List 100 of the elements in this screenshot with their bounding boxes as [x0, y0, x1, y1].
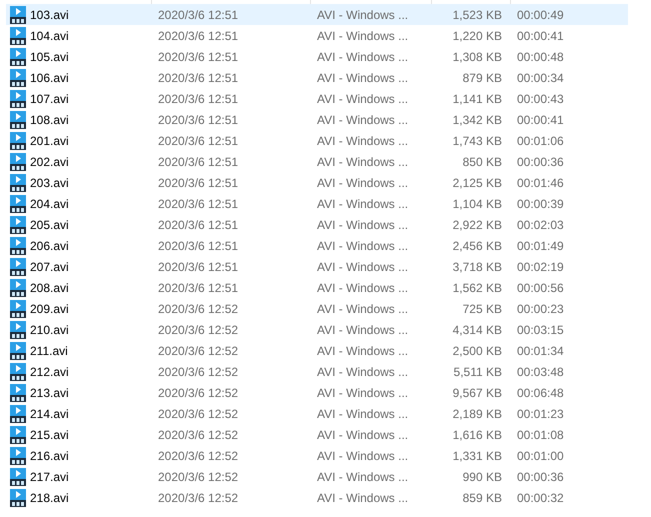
- file-size: 1,342 KB: [452, 112, 503, 126]
- file-name: 103.avi: [30, 8, 69, 22]
- date-modified: 2020/3/6 12:51: [157, 28, 238, 42]
- file-type: AVI - Windows ...: [316, 260, 408, 274]
- file-size: 1,331 KB: [452, 448, 503, 462]
- file-size: 1,616 KB: [452, 428, 503, 442]
- date-modified: 2020/3/6 12:51: [157, 280, 238, 294]
- file-row[interactable]: 105.avi 2020/3/6 12:51 AVI - Windows ... 1,308 KB 00:00:48: [6, 46, 628, 67]
- file-row[interactable]: 107.avi 2020/3/6 12:51 AVI - Windows ... 1,141 KB 00:00:43: [6, 88, 628, 109]
- file-type: AVI - Windows ...: [316, 470, 408, 484]
- file-type: AVI - Windows ...: [316, 344, 408, 358]
- file-type: AVI - Windows ...: [316, 428, 408, 442]
- file-name: 217.avi: [30, 470, 69, 484]
- file-type: AVI - Windows ...: [316, 92, 408, 106]
- file-name: 216.avi: [30, 448, 69, 462]
- file-row[interactable]: 106.avi 2020/3/6 12:51 AVI - Windows ... 879 KB 00:00:34: [6, 67, 628, 88]
- file-type: AVI - Windows ...: [316, 112, 408, 126]
- file-type: AVI - Windows ...: [316, 154, 408, 168]
- file-row[interactable]: 209.avi 2020/3/6 12:52 AVI - Windows ... 725 KB 00:00:23: [6, 298, 628, 319]
- file-duration: 00:00:36: [516, 154, 564, 168]
- video-file-icon: [9, 48, 27, 66]
- date-modified: 2020/3/6 12:51: [157, 238, 238, 252]
- file-size: 1,104 KB: [452, 196, 503, 210]
- date-modified: 2020/3/6 12:52: [157, 322, 238, 336]
- video-file-icon: [9, 90, 27, 108]
- file-name: 211.avi: [30, 344, 68, 358]
- file-name: 208.avi: [30, 280, 69, 294]
- file-size: 5,511 KB: [454, 364, 503, 378]
- file-size: 725 KB: [462, 302, 503, 316]
- video-file-icon: [9, 446, 27, 464]
- file-row[interactable]: 213.avi 2020/3/6 12:52 AVI - Windows ... 9,567 KB 00:06:48: [6, 382, 628, 403]
- file-name: 215.avi: [30, 428, 69, 442]
- file-row[interactable]: 208.avi 2020/3/6 12:51 AVI - Windows ... 1,562 KB 00:00:56: [6, 277, 628, 298]
- file-type: AVI - Windows ...: [316, 50, 408, 64]
- file-row[interactable]: 108.avi 2020/3/6 12:51 AVI - Windows ... 1,342 KB 00:00:41: [6, 109, 628, 130]
- file-size: 3,718 KB: [452, 260, 503, 274]
- file-row[interactable]: 204.avi 2020/3/6 12:51 AVI - Windows ... 1,104 KB 00:00:39: [6, 193, 628, 214]
- video-file-icon: [9, 132, 27, 150]
- file-size: 850 KB: [462, 154, 503, 168]
- video-file-icon: [9, 110, 27, 128]
- file-name: 204.avi: [30, 196, 69, 210]
- file-duration: 00:00:48: [516, 50, 564, 64]
- file-size: 4,314 KB: [452, 322, 503, 336]
- file-size: 859 KB: [462, 490, 503, 504]
- video-file-icon: [9, 468, 27, 486]
- file-row[interactable]: 215.avi 2020/3/6 12:52 AVI - Windows ... 1,616 KB 00:01:08: [6, 424, 628, 445]
- video-file-icon: [9, 384, 27, 402]
- file-size: 1,141 KB: [452, 92, 503, 106]
- date-modified: 2020/3/6 12:52: [157, 364, 238, 378]
- date-modified: 2020/3/6 12:51: [157, 196, 238, 210]
- file-type: AVI - Windows ...: [316, 406, 408, 420]
- file-row[interactable]: 216.avi 2020/3/6 12:52 AVI - Windows ... 1,331 KB 00:01:00: [6, 445, 628, 466]
- file-size: 2,125 KB: [452, 176, 503, 190]
- file-duration: 00:00:34: [516, 70, 564, 84]
- file-row[interactable]: 212.avi 2020/3/6 12:52 AVI - Windows ... 5,511 KB 00:03:48: [6, 361, 628, 382]
- file-row[interactable]: 217.avi 2020/3/6 12:52 AVI - Windows ... 990 KB 00:00:36: [6, 466, 628, 487]
- file-type: AVI - Windows ...: [316, 176, 408, 190]
- file-duration: 00:00:23: [516, 302, 564, 316]
- file-duration: 00:00:41: [516, 112, 564, 126]
- date-modified: 2020/3/6 12:52: [157, 344, 238, 358]
- file-size: 879 KB: [462, 70, 503, 84]
- video-file-icon: [9, 488, 27, 506]
- video-file-icon: [9, 216, 27, 234]
- video-file-icon: [9, 6, 27, 24]
- file-size: 1,562 KB: [452, 280, 503, 294]
- file-duration: 00:01:46: [516, 176, 564, 190]
- date-modified: 2020/3/6 12:51: [157, 154, 238, 168]
- file-size: 1,220 KB: [452, 28, 503, 42]
- file-duration: 00:03:48: [516, 364, 564, 378]
- file-size: 1,743 KB: [452, 134, 503, 148]
- file-row[interactable]: 207.avi 2020/3/6 12:51 AVI - Windows ... 3,718 KB 00:02:19: [6, 256, 628, 277]
- file-duration: 00:01:06: [516, 134, 564, 148]
- file-duration: 00:01:23: [516, 406, 564, 420]
- file-row[interactable]: 214.avi 2020/3/6 12:52 AVI - Windows ... 2,189 KB 00:01:23: [6, 403, 628, 424]
- file-type: AVI - Windows ...: [316, 196, 408, 210]
- file-type: AVI - Windows ...: [316, 302, 408, 316]
- file-row[interactable]: 201.avi 2020/3/6 12:51 AVI - Windows ... 1,743 KB 00:01:06: [6, 130, 628, 151]
- file-row[interactable]: 202.avi 2020/3/6 12:51 AVI - Windows ... 850 KB 00:00:36: [6, 151, 628, 172]
- file-row[interactable]: 203.avi 2020/3/6 12:51 AVI - Windows ... 2,125 KB 00:01:46: [6, 172, 628, 193]
- file-size: 2,500 KB: [452, 344, 503, 358]
- file-row[interactable]: 104.avi 2020/3/6 12:51 AVI - Windows ... 1,220 KB 00:00:41: [6, 25, 628, 46]
- file-row[interactable]: 210.avi 2020/3/6 12:52 AVI - Windows ... 4,314 KB 00:03:15: [6, 319, 628, 340]
- video-file-icon: [9, 236, 27, 254]
- file-row[interactable]: 206.avi 2020/3/6 12:51 AVI - Windows ... 2,456 KB 00:01:49: [6, 235, 628, 256]
- file-size: 2,922 KB: [452, 218, 503, 232]
- date-modified: 2020/3/6 12:51: [157, 8, 238, 22]
- video-file-icon: [9, 152, 27, 170]
- file-size: 2,456 KB: [452, 238, 503, 252]
- file-size: 990 KB: [462, 470, 503, 484]
- file-row[interactable]: 211.avi 2020/3/6 12:52 AVI - Windows ... 2,500 KB 00:01:34: [6, 340, 628, 361]
- file-name: 105.avi: [30, 50, 69, 64]
- date-modified: 2020/3/6 12:51: [157, 50, 238, 64]
- file-row[interactable]: 205.avi 2020/3/6 12:51 AVI - Windows ... 2,922 KB 00:02:03: [6, 214, 628, 235]
- file-row[interactable]: 103.avi 2020/3/6 12:51 AVI - Windows ... 1,523 KB 00:00:49: [6, 4, 628, 25]
- date-modified: 2020/3/6 12:51: [157, 176, 238, 190]
- video-file-icon: [9, 300, 27, 318]
- date-modified: 2020/3/6 12:51: [157, 218, 238, 232]
- file-size: 1,523 KB: [452, 8, 503, 22]
- file-row[interactable]: 218.avi 2020/3/6 12:52 AVI - Windows ... 859 KB 00:00:32: [6, 487, 628, 508]
- file-name: 213.avi: [30, 386, 69, 400]
